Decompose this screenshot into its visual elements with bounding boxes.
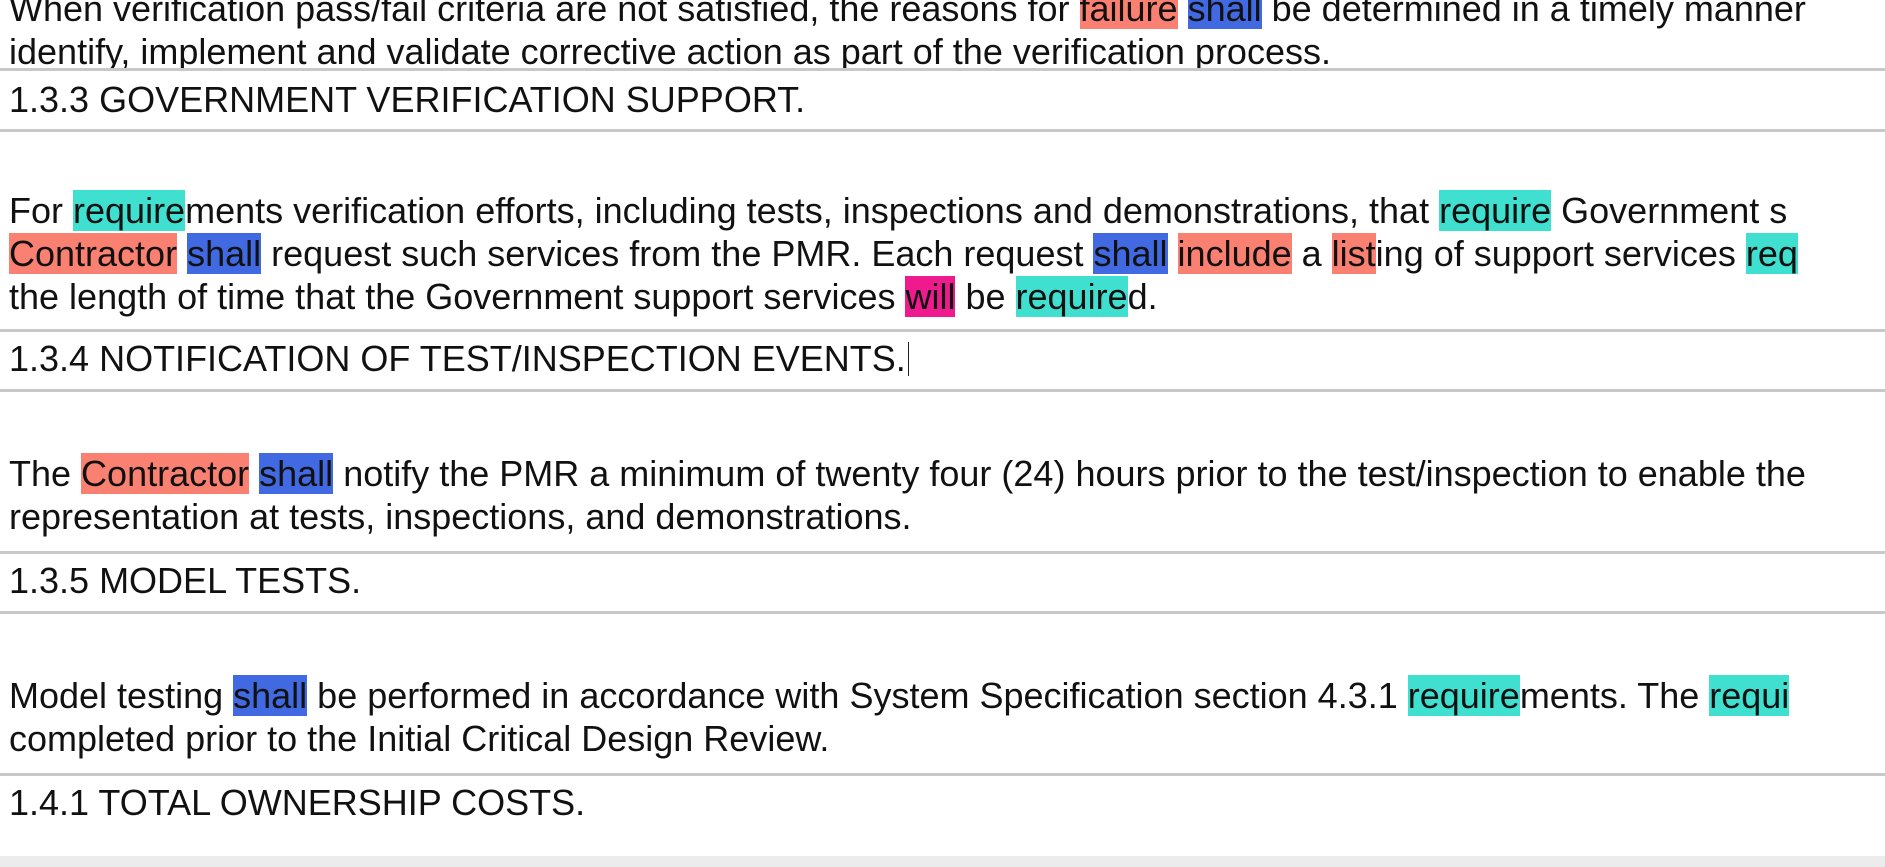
keyword-highlight-blue: shall — [187, 233, 262, 274]
section-heading-1-3-5[interactable]: 1.3.5 MODEL TESTS. — [0, 554, 1885, 614]
keyword-highlight-blue: shall — [1093, 233, 1168, 274]
document-body: When verification pass/fail criteria are… — [0, 0, 1885, 856]
text-run: request such services from the PMR. Each… — [261, 233, 1094, 274]
text-run: notify the PMR a minimum of twenty four … — [333, 453, 1806, 494]
section-heading-1-3-3[interactable]: 1.3.3 GOVERNMENT VERIFICATION SUPPORT. — [0, 71, 1885, 132]
text-run: representation at tests, inspections, an… — [9, 496, 912, 537]
keyword-highlight-salmon: Contractor — [9, 233, 178, 274]
section-heading-text: 1.3.4 NOTIFICATION OF TEST/INSPECTION EV… — [9, 337, 1885, 380]
text-run: The — [9, 453, 82, 494]
paragraph-line: identify, implement and validate correct… — [9, 30, 1885, 71]
keyword-highlight-blue: shall — [1187, 0, 1262, 29]
text-run — [177, 233, 187, 274]
text-run: be determined in a timely manner — [1261, 0, 1806, 29]
section-heading-text: 1.4.1 TOTAL OWNERSHIP COSTS. — [9, 782, 586, 823]
text-cursor — [907, 342, 909, 376]
keyword-highlight-teal: require — [1439, 190, 1552, 231]
keyword-highlight-salmon: Contractor — [81, 453, 250, 494]
keyword-highlight-blue: shall — [233, 675, 308, 716]
text-run: the length of time that the Government s… — [9, 276, 906, 317]
keyword-highlight-blue: shall — [259, 453, 334, 494]
text-run: a — [1291, 233, 1332, 274]
text-run: ments verification efforts, including te… — [185, 190, 1440, 231]
text-run: d. — [1127, 276, 1158, 317]
keyword-highlight-teal: require — [1407, 675, 1520, 716]
keyword-highlight-salmon: failure — [1079, 0, 1178, 29]
paragraph-line: For requirements verification efforts, i… — [9, 189, 1885, 232]
paragraph-line: representation at tests, inspections, an… — [9, 495, 1885, 538]
text-run — [1178, 0, 1188, 29]
text-run: ments. The — [1519, 675, 1710, 716]
paragraph-line: the length of time that the Government s… — [9, 275, 1885, 318]
text-run — [249, 453, 259, 494]
section-heading-1-4-1[interactable]: 1.4.1 TOTAL OWNERSHIP COSTS. — [0, 776, 1885, 856]
text-run: Model testing — [9, 675, 234, 716]
paragraph-verification-corrective-action[interactable]: When verification pass/fail criteria are… — [0, 0, 1885, 71]
text-run: be — [955, 276, 1016, 317]
paragraph-model-tests[interactable]: Model testing shall be performed in acco… — [0, 614, 1885, 776]
text-run: ing of support services — [1375, 233, 1746, 274]
keyword-highlight-salmon: list — [1331, 233, 1376, 274]
text-run: Government s — [1551, 190, 1788, 231]
text-run: For — [9, 190, 74, 231]
paragraph-notification-events[interactable]: The Contractor shall notify the PMR a mi… — [0, 392, 1885, 554]
keyword-highlight-teal: requi — [1709, 675, 1790, 716]
keyword-highlight-salmon: include — [1177, 233, 1292, 274]
text-run: identify, implement and validate correct… — [9, 31, 1331, 71]
keyword-highlight-teal: require — [1015, 276, 1128, 317]
section-heading-text: 1.3.3 GOVERNMENT VERIFICATION SUPPORT. — [9, 79, 806, 120]
paragraph-line: When verification pass/fail criteria are… — [9, 0, 1885, 30]
paragraph-line: Model testing shall be performed in acco… — [9, 674, 1885, 717]
paragraph-government-verification-support[interactable]: For requirements verification efforts, i… — [0, 132, 1885, 332]
keyword-highlight-teal: require — [73, 190, 186, 231]
text-run: be performed in accordance with System S… — [307, 675, 1408, 716]
text-run — [1168, 233, 1178, 274]
keyword-highlight-pink: will — [905, 276, 956, 317]
keyword-highlight-teal: req — [1745, 233, 1798, 274]
section-heading-label: 1.3.4 NOTIFICATION OF TEST/INSPECTION EV… — [9, 338, 906, 379]
text-run: When verification pass/fail criteria are… — [9, 0, 1080, 29]
document-viewport[interactable]: When verification pass/fail criteria are… — [0, 0, 1885, 856]
paragraph-line: completed prior to the Initial Critical … — [9, 717, 1885, 760]
section-heading-text: 1.3.5 MODEL TESTS. — [9, 560, 362, 601]
section-heading-1-3-4[interactable]: 1.3.4 NOTIFICATION OF TEST/INSPECTION EV… — [0, 332, 1885, 392]
text-run: completed prior to the Initial Critical … — [9, 718, 830, 759]
paragraph-line: Contractor shall request such services f… — [9, 232, 1885, 275]
paragraph-line: The Contractor shall notify the PMR a mi… — [9, 452, 1885, 495]
